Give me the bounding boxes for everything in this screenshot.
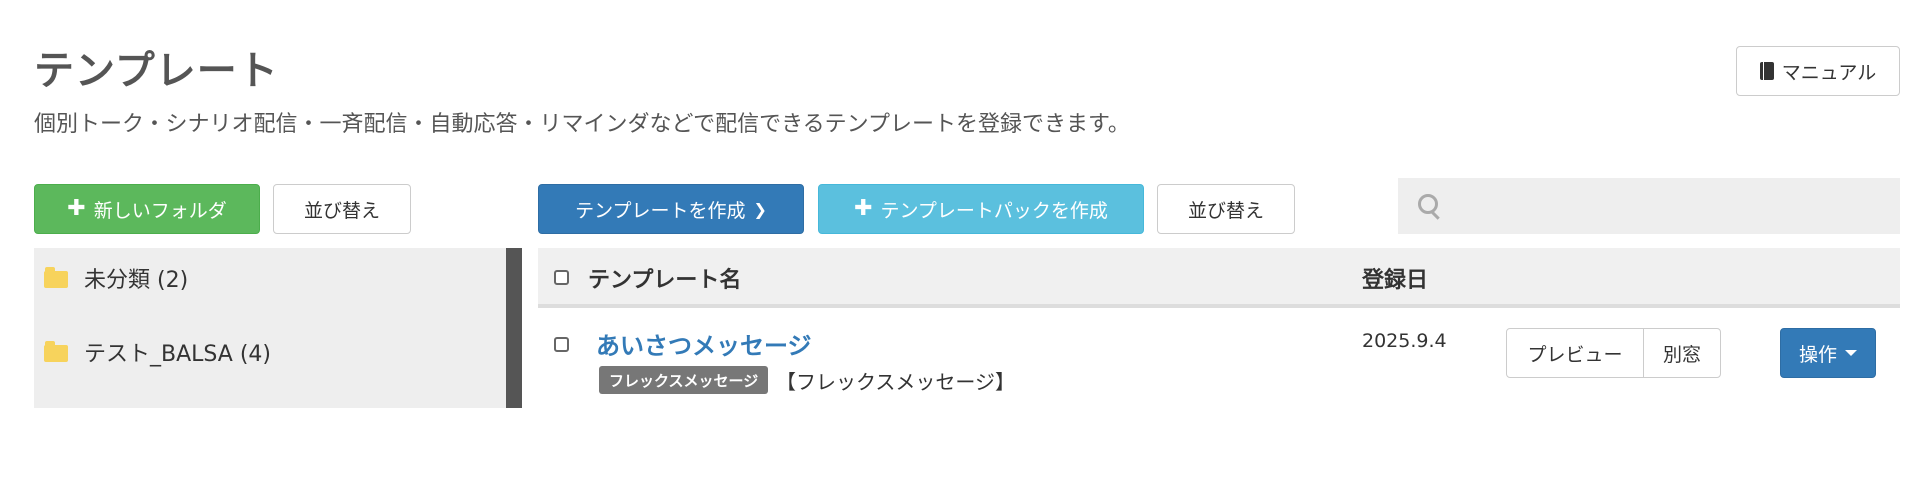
create-template-pack-button[interactable]: ✚ テンプレートパックを作成 [818,184,1144,234]
manual-button[interactable]: マニュアル [1736,46,1900,96]
new-folder-label: 新しいフォルダ [93,199,227,222]
book-icon [1759,62,1774,80]
new-folder-button[interactable]: ✚ 新しいフォルダ [34,184,260,234]
create-pack-label: テンプレートパックを作成 [880,199,1108,222]
column-header-date: 登録日 [1362,268,1429,293]
plus-icon: ✚ [854,196,873,221]
sort-templates-label: 並び替え [1187,199,1264,222]
page-title: テンプレート [34,48,279,94]
actions-label: 操作 [1798,343,1837,366]
registration-date: 2025.9.4 [1362,330,1447,352]
actions-dropdown-button[interactable]: 操作 [1780,328,1876,378]
column-header-name: テンプレート名 [588,268,742,293]
table-header: テンプレート名 登録日 [538,248,1900,308]
create-template-label: テンプレートを作成 [575,199,746,222]
page-description: 個別トーク・シナリオ配信・一斉配信・自動応答・リマインダなどで配信できるテンプレ… [34,112,1130,137]
preview-label: プレビュー [1527,343,1623,366]
folder-icon [44,340,68,362]
folder-item-test-balsa[interactable]: テスト_BALSA (4) [44,332,271,372]
open-new-window-button[interactable]: 別窓 [1643,328,1721,378]
row-checkbox[interactable] [554,337,569,352]
template-type-badge: フレックスメッセージ [599,366,769,394]
create-template-button[interactable]: テンプレートを作成 ❯ [538,184,804,234]
search-icon [1418,194,1438,214]
folder-label: 未分類 (2) [84,268,189,293]
sort-templates-button[interactable]: 並び替え [1157,184,1295,234]
sort-folders-label: 並び替え [303,199,380,222]
chevron-down-icon: ❯ [753,199,767,219]
folder-label: テスト_BALSA (4) [84,342,271,367]
new-window-label: 別窓 [1662,343,1701,366]
sort-folders-button[interactable]: 並び替え [273,184,411,234]
caret-down-icon [1845,350,1857,356]
sidebar-resize-handle[interactable] [506,248,522,408]
folder-icon [44,266,68,288]
template-summary: 【フレックスメッセージ】 [776,370,1015,394]
search-box [1398,178,1900,234]
folder-item-uncategorized[interactable]: 未分類 (2) [44,258,188,298]
plus-icon: ✚ [67,196,86,221]
folder-sidebar: 未分類 (2) テスト_BALSA (4) [34,248,506,408]
preview-button[interactable]: プレビュー [1506,328,1644,378]
select-all-checkbox[interactable] [554,270,569,285]
template-name-link[interactable]: あいさつメッセージ [596,326,812,361]
manual-button-label: マニュアル [1781,61,1877,84]
search-input[interactable] [1450,186,1884,228]
